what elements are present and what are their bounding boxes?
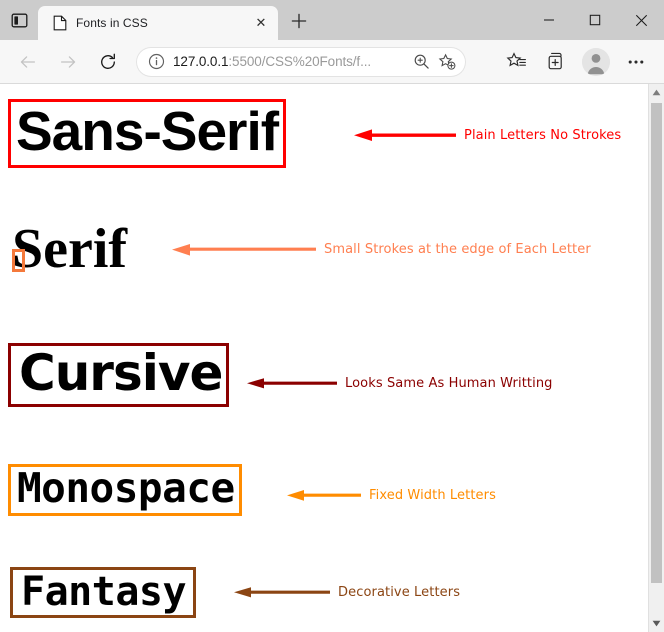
minimize-button[interactable]: [526, 0, 572, 40]
annotation-monospace: Fixed Width Letters: [285, 486, 496, 504]
plus-icon: [291, 13, 307, 29]
toolbar-right-cluster: [496, 45, 656, 79]
annotation-sans-serif: Plain Letters No Strokes: [352, 126, 621, 144]
profile-avatar-icon[interactable]: [582, 47, 610, 76]
window-controls: [526, 0, 664, 40]
font-sample-cursive: Cursive: [8, 343, 230, 407]
tab-strip: Fonts in CSS ✕: [38, 0, 278, 40]
annotation-label-fantasy: Decorative Letters: [338, 584, 461, 600]
arrow-left-icon: [172, 244, 316, 256]
tab-bar: Fonts in CSS ✕: [0, 0, 664, 40]
back-arrow-icon: [20, 55, 36, 68]
close-icon: [635, 14, 647, 26]
ellipsis-more-icon[interactable]: [619, 45, 653, 79]
address-bar[interactable]: 127.0.0.1:5500/CSS%20Fonts/f...: [136, 46, 466, 77]
navigation-toolbar: 127.0.0.1:5500/CSS%20Fonts/f...: [0, 40, 664, 84]
page-canvas: Sans-Serif Plain Letters No Strokes Seri…: [0, 84, 648, 632]
annotation-label-monospace: Fixed Width Letters: [369, 487, 496, 503]
font-sample-monospace: Monospace: [8, 464, 242, 516]
favorites-star-list-icon[interactable]: [499, 45, 533, 79]
info-circle-icon[interactable]: [144, 50, 168, 74]
browser-window: Fonts in CSS ✕ 127.0.0.1:5500/CSS%20Font…: [0, 0, 664, 632]
minimize-icon: [544, 19, 554, 21]
forward-button[interactable]: [51, 45, 85, 79]
arrow-left-icon: [247, 378, 337, 389]
font-sample-sans-serif: Sans-Serif: [8, 99, 287, 168]
reload-button[interactable]: [91, 45, 125, 79]
annotation-fantasy: Decorative Letters: [232, 583, 460, 601]
close-window-button[interactable]: [618, 0, 664, 40]
zoom-in-magnifier-icon[interactable]: [408, 49, 434, 75]
scroll-down-arrow-icon[interactable]: [649, 615, 664, 632]
font-sample-fantasy: Fantasy: [10, 567, 197, 618]
close-icon[interactable]: ✕: [250, 12, 272, 34]
annotation-label-cursive: Looks Same As Human Writting: [345, 375, 553, 391]
collections-add-icon[interactable]: [539, 45, 573, 79]
serif-highlight-marker-box: [12, 249, 25, 272]
font-sample-serif: Serif: [12, 218, 128, 280]
star-add-favorite-icon[interactable]: [434, 49, 460, 75]
arrow-left-icon: [354, 129, 456, 141]
annotation-label-sans-serif: Plain Letters No Strokes: [464, 127, 622, 143]
arrow-left-icon: [234, 587, 330, 598]
scrollbar-thumb[interactable]: [651, 103, 662, 583]
vertical-scrollbar[interactable]: [648, 84, 664, 632]
maximize-icon: [589, 14, 601, 26]
new-tab-button[interactable]: [282, 4, 316, 38]
url-input[interactable]: 127.0.0.1:5500/CSS%20Fonts/f...: [168, 54, 408, 69]
tab-search-icon[interactable]: [0, 0, 38, 40]
scroll-up-arrow-icon[interactable]: [649, 84, 664, 101]
maximize-button[interactable]: [572, 0, 618, 40]
arrow-left-icon: [287, 490, 361, 501]
page-document-icon: [52, 15, 68, 31]
reload-icon: [101, 53, 115, 69]
page-content-area: Sans-Serif Plain Letters No Strokes Seri…: [0, 84, 664, 632]
url-path: :5500/CSS%20Fonts/f...: [228, 54, 372, 69]
forward-arrow-icon: [60, 55, 76, 68]
back-button[interactable]: [11, 45, 45, 79]
annotation-cursive: Looks Same As Human Writting: [245, 374, 553, 392]
browser-tab-fonts-in-css[interactable]: Fonts in CSS ✕: [38, 6, 278, 40]
annotation-serif: Small Strokes at the edge of Each Letter: [170, 240, 591, 258]
browser-tab-title: Fonts in CSS: [76, 16, 148, 30]
url-host: 127.0.0.1: [173, 54, 229, 69]
annotation-label-serif: Small Strokes at the edge of Each Letter: [324, 241, 591, 257]
